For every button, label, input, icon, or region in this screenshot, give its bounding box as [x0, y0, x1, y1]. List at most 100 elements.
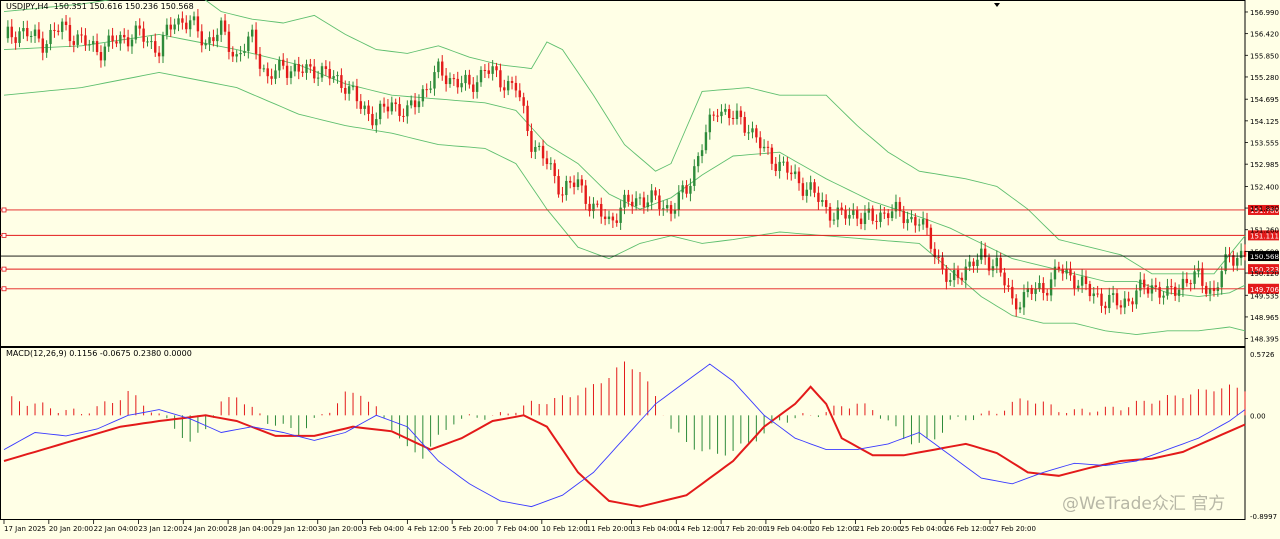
candle-body — [696, 156, 700, 167]
candle-body — [755, 128, 758, 138]
candle-body — [460, 83, 463, 88]
candle-body — [177, 18, 180, 25]
candle-body — [949, 280, 952, 282]
candle-body — [266, 68, 269, 77]
candle-body — [1084, 276, 1088, 285]
candle-body — [142, 28, 145, 42]
candle-body — [479, 69, 483, 83]
candle-body — [320, 66, 324, 78]
candle-body — [181, 18, 184, 23]
candle-body — [534, 146, 537, 152]
candle-body — [1069, 268, 1072, 276]
candle-body — [859, 218, 863, 225]
candle-body — [1239, 250, 1243, 259]
candle-body — [1224, 254, 1227, 272]
candle-body — [103, 46, 107, 61]
candle-body — [495, 66, 498, 71]
candle-body — [68, 25, 72, 42]
time-tick-label: 5 Feb 20:00 — [452, 525, 493, 533]
candle-body — [390, 102, 394, 112]
macd-tick-label: 0.00 — [1250, 412, 1266, 420]
candle-body — [503, 87, 506, 91]
candle-body — [553, 163, 556, 177]
candle-body — [1007, 285, 1010, 287]
candle-body — [506, 81, 510, 91]
candle-body — [491, 66, 494, 74]
candle-body — [33, 29, 37, 36]
candle-body — [499, 70, 502, 88]
candle-body — [759, 137, 762, 149]
candle-body — [1173, 286, 1177, 296]
candle-body — [216, 34, 219, 42]
candle-body — [72, 41, 76, 45]
candle-body — [243, 51, 246, 53]
chart-canvas[interactable]: 151.780151.111150.223149.706150.568 156.… — [0, 0, 1280, 535]
candle-body — [871, 208, 874, 221]
price-tick-label: 155.280 — [1250, 74, 1279, 82]
candle-body — [95, 41, 99, 53]
candle-body — [316, 77, 320, 79]
candle-body — [1150, 285, 1154, 294]
candle-body — [1131, 301, 1134, 305]
candle-body — [289, 71, 293, 78]
candle-body — [487, 70, 490, 74]
price-tick-label: 154.695 — [1250, 96, 1279, 104]
time-tick-label: 10 Feb 12:00 — [542, 525, 588, 533]
candle-body — [704, 132, 708, 151]
candle-body — [960, 277, 964, 281]
candle-body — [417, 101, 421, 108]
candle-body — [716, 115, 719, 117]
time-tick-label: 4 Feb 12:00 — [407, 525, 448, 533]
price-tick-label: 150.690 — [1250, 248, 1279, 256]
candle-body — [1166, 286, 1169, 296]
candle-body — [429, 88, 432, 90]
candle-body — [836, 207, 839, 220]
candle-body — [1018, 307, 1022, 310]
candle-body — [611, 216, 615, 221]
candle-body — [57, 30, 60, 32]
candle-body — [855, 210, 859, 219]
candle-body — [204, 43, 207, 46]
hline-handle — [1, 266, 7, 272]
candle-body — [10, 26, 13, 38]
time-tick-label: 26 Feb 12:00 — [945, 525, 991, 533]
candle-body — [875, 220, 878, 222]
candle-body — [584, 185, 587, 204]
candle-body — [60, 21, 64, 32]
candle-body — [987, 257, 991, 271]
candle-body — [433, 72, 436, 89]
candle-body — [425, 89, 428, 91]
candle-body — [278, 59, 281, 71]
candle-body — [126, 37, 130, 47]
candle-body — [937, 256, 940, 258]
candle-body — [1061, 269, 1064, 274]
candle-body — [282, 59, 285, 66]
candle-body — [173, 24, 176, 30]
candle-body — [146, 41, 149, 43]
price-tick-label: 156.990 — [1250, 9, 1279, 17]
candle-body — [914, 216, 917, 226]
candle-body — [468, 74, 471, 85]
candle-body — [157, 52, 161, 57]
candle-body — [247, 36, 250, 52]
candle-body — [6, 26, 10, 39]
candle-body — [848, 214, 851, 219]
candle-body — [743, 117, 746, 133]
candle-body — [107, 35, 110, 47]
candle-body — [980, 248, 983, 260]
candle-body — [627, 194, 630, 202]
candle-body — [995, 257, 998, 267]
candle-body — [134, 25, 138, 40]
candle-body — [448, 78, 452, 85]
candle-body — [786, 161, 789, 173]
candle-body — [561, 194, 564, 196]
candle-body — [557, 176, 560, 195]
candle-body — [945, 269, 948, 282]
candle-body — [324, 66, 328, 69]
candle-body — [852, 210, 855, 215]
candle-body — [801, 183, 805, 196]
chart-window: 151.780 151.111 150.223 149.706 150.568 156.… — [0, 0, 1280, 535]
candle-body — [270, 76, 273, 79]
candle-body — [623, 194, 626, 208]
candle-body — [99, 52, 103, 61]
